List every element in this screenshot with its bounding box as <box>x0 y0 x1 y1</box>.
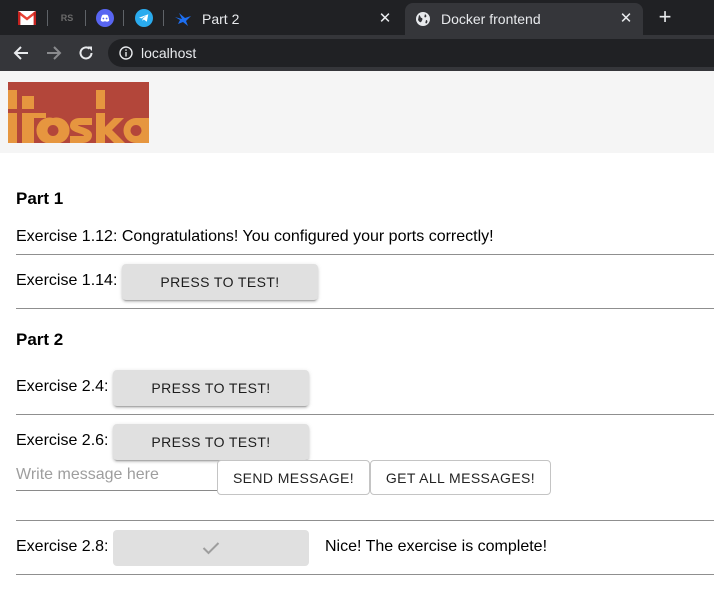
tab-docker-frontend[interactable]: Docker frontend ✕ <box>405 3 643 35</box>
exercise-26-test-button[interactable]: PRESS TO TEST! <box>113 424 309 460</box>
divider <box>16 254 714 255</box>
close-icon[interactable]: ✕ <box>376 10 394 28</box>
url-text: localhost <box>141 45 197 61</box>
exercise-112-text: Exercise 1.12: Congratulations! You conf… <box>16 228 494 245</box>
message-field[interactable] <box>16 463 218 491</box>
reload-icon <box>79 46 93 60</box>
discord-icon <box>96 9 114 27</box>
info-icon[interactable] <box>119 46 133 60</box>
bird-icon <box>175 13 191 26</box>
tab-title: Part 2 <box>202 11 240 27</box>
send-message-button[interactable]: SEND MESSAGE! <box>217 460 370 495</box>
exercise-114-test-button[interactable]: PRESS TO TEST! <box>122 264 318 300</box>
arrow-right-icon <box>47 46 62 60</box>
page-content: Part 1 Exercise 1.12: Congratulations! Y… <box>0 71 714 589</box>
toska-logo <box>8 82 149 143</box>
new-tab-button[interactable]: + <box>652 6 678 30</box>
exercise-28-status: Nice! The exercise is complete! <box>325 538 548 555</box>
close-icon[interactable]: ✕ <box>617 10 635 28</box>
divider <box>16 520 714 521</box>
exercise-24-test-button[interactable]: PRESS TO TEST! <box>113 370 309 406</box>
divider <box>16 308 714 309</box>
back-button[interactable] <box>8 40 34 66</box>
globe-icon <box>416 12 430 26</box>
arrow-left-icon <box>13 46 28 60</box>
exercise-28-label: Exercise 2.8: <box>16 538 109 555</box>
checkmark-icon <box>202 542 220 555</box>
address-bar[interactable]: localhost <box>108 39 714 67</box>
reload-button[interactable] <box>73 40 99 66</box>
tab-strip: RS Part 2 ✕ Docker frontend ✕ + <box>0 0 714 35</box>
exercise-24-label: Exercise 2.4: <box>16 378 109 395</box>
rs-icon: RS <box>60 13 74 23</box>
forward-button[interactable] <box>41 40 67 66</box>
exercise-114-label: Exercise 1.14: <box>16 272 118 289</box>
tab-part-2[interactable]: Part 2 ✕ <box>166 3 402 35</box>
pinned-tab-discord[interactable] <box>92 6 118 30</box>
exercise-26-label: Exercise 2.6: <box>16 432 109 449</box>
browser-toolbar: localhost <box>0 35 714 71</box>
exercise-28-done-button <box>113 530 309 566</box>
tab-title: Docker frontend <box>441 11 541 27</box>
pinned-tab-telegram[interactable] <box>131 6 157 30</box>
header-banner <box>0 71 714 153</box>
telegram-icon <box>135 9 153 27</box>
gmail-icon <box>18 11 36 25</box>
pinned-tab-gmail[interactable] <box>14 6 40 30</box>
divider <box>16 574 714 575</box>
message-input[interactable] <box>16 463 218 490</box>
part2-heading: Part 2 <box>16 330 64 349</box>
divider <box>16 414 714 415</box>
part1-heading: Part 1 <box>16 189 64 208</box>
pinned-tab-rs[interactable]: RS <box>54 6 80 30</box>
get-all-messages-button[interactable]: GET ALL MESSAGES! <box>370 460 551 495</box>
